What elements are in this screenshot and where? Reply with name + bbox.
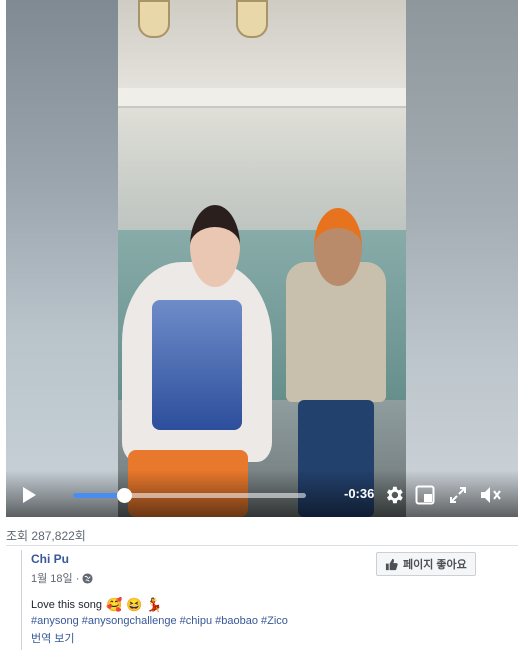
- picture-in-picture-button[interactable]: [414, 484, 436, 506]
- progress-track[interactable]: [73, 488, 306, 503]
- divider: [6, 545, 518, 546]
- post-meta: 1월 18일 ·: [31, 570, 93, 586]
- gear-icon: [387, 486, 403, 504]
- hashtags: #anysong #anysongchallenge #chipu #baoba…: [31, 615, 288, 627]
- chandelier-lamp: [236, 0, 268, 38]
- player-controls: -0:36: [6, 470, 518, 517]
- ceiling-molding: [118, 88, 406, 108]
- fullscreen-button[interactable]: [447, 484, 469, 506]
- hashtag-link[interactable]: #anysongchallenge: [82, 615, 177, 627]
- volume-button[interactable]: [479, 483, 503, 507]
- post-caption: Love this song 🥰 😆 💃: [31, 598, 163, 611]
- post-details: Chi Pu 1월 18일 · 페이지 좋아요 Love this song 🥰…: [21, 550, 518, 650]
- video-blur-right: [406, 0, 518, 517]
- like-page-label: 페이지 좋아요: [403, 559, 467, 571]
- settings-button[interactable]: [382, 483, 406, 507]
- dancer-head: [314, 208, 362, 286]
- video-player[interactable]: -0:36: [6, 0, 518, 517]
- like-page-button[interactable]: 페이지 좋아요: [376, 552, 476, 576]
- view-count: 조회 287,822회: [6, 529, 86, 543]
- play-icon: [23, 487, 36, 503]
- author-name[interactable]: Chi Pu: [31, 552, 69, 566]
- picture-in-picture-icon: [415, 485, 435, 505]
- post-date[interactable]: 1월 18일 ·: [31, 570, 79, 586]
- video-blur-left: [6, 0, 118, 517]
- caption-text: Love this song: [31, 598, 102, 611]
- hashtag-link[interactable]: #Zico: [261, 615, 288, 627]
- shirt-print: [152, 300, 242, 430]
- time-remaining: -0:36: [344, 486, 375, 501]
- chandelier-lamp: [138, 0, 170, 38]
- hashtag-link[interactable]: #baobao: [215, 615, 258, 627]
- smiling-hearts-emoji: 🥰: [105, 597, 123, 612]
- thumbs-up-icon: [385, 558, 398, 570]
- laughing-emoji: 😆: [126, 597, 143, 612]
- play-button[interactable]: [18, 484, 40, 506]
- hashtag-link[interactable]: #chipu: [180, 615, 212, 627]
- video-frame[interactable]: [118, 0, 406, 517]
- progress-knob[interactable]: [117, 488, 133, 503]
- dancer-head: [190, 205, 240, 287]
- volume-muted-icon: [481, 487, 501, 503]
- fullscreen-icon: [450, 487, 466, 503]
- translate-link[interactable]: 번역 보기: [31, 630, 75, 646]
- dancer-emoji: 💃: [146, 597, 163, 612]
- globe-icon: [82, 572, 93, 584]
- hashtag-link[interactable]: #anysong: [31, 615, 79, 627]
